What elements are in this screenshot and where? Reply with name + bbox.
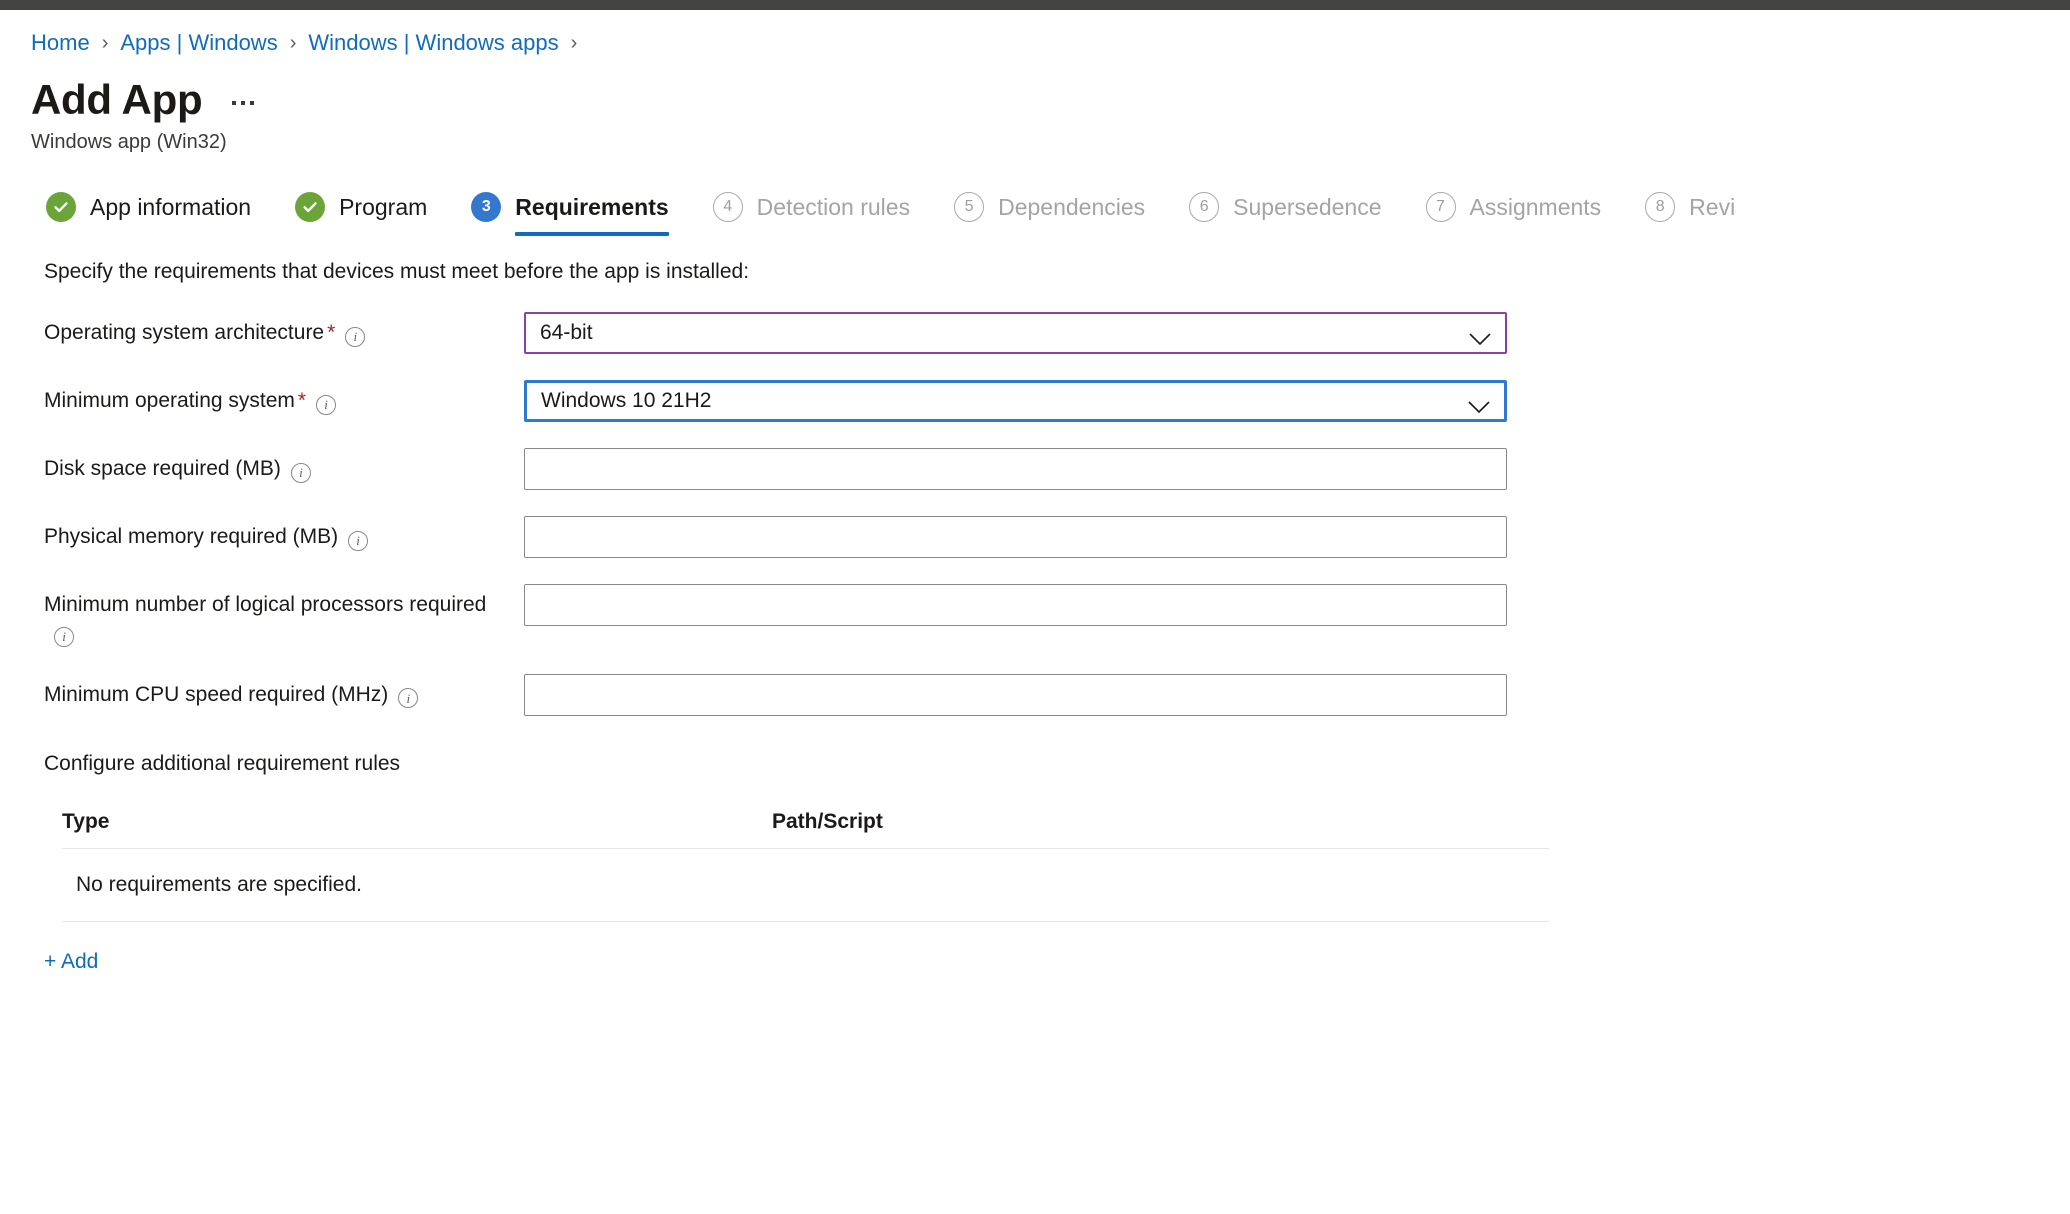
field-label: Operating system architecture * i (44, 312, 524, 347)
tab-supersedence[interactable]: 6 Supersedence (1189, 192, 1407, 236)
info-icon[interactable]: i (54, 626, 74, 647)
breadcrumb-separator-icon: › (289, 32, 297, 54)
field-control: Windows 10 21H2 (524, 380, 1507, 422)
label-text: Disk space required (MB) (44, 457, 281, 480)
breadcrumb-item-windows-apps[interactable]: Windows | Windows apps (308, 32, 558, 54)
tab-label: Requirements (515, 193, 669, 220)
requirements-form: Operating system architecture * i 64-bit M… (0, 312, 2070, 716)
physical-memory-input[interactable] (524, 516, 1507, 558)
logical-processors-input[interactable] (524, 584, 1507, 626)
requirement-rules-table: Type Path/Script No requirements are spe… (62, 810, 1549, 922)
more-menu-icon[interactable] (228, 95, 258, 111)
check-circle-icon (46, 192, 76, 222)
os-architecture-select[interactable]: 64-bit (524, 312, 1507, 354)
page-subtitle: Windows app (Win32) (31, 131, 227, 153)
required-asterisk: * (327, 321, 336, 344)
field-logical-processors: Minimum number of logical processors req… (44, 584, 2070, 648)
step-number-badge: 7 (1425, 192, 1456, 222)
field-label: Minimum operating system * i (44, 380, 524, 415)
ellipsis-dot (232, 101, 237, 105)
field-os-architecture: Operating system architecture * i 64-bit (44, 312, 2070, 354)
chevron-down-icon (1468, 395, 1490, 414)
tab-label: Supersedence (1233, 193, 1382, 220)
tab-label: Assignments (1469, 193, 1602, 220)
tab-label: App information (90, 193, 252, 220)
tab-requirements[interactable]: 3 Requirements (471, 192, 694, 236)
tab-detection-rules[interactable]: 4 Detection rules (712, 192, 936, 236)
instruction-text: Specify the requirements that devices mu… (44, 260, 750, 283)
info-icon[interactable]: i (345, 326, 366, 347)
field-disk-space: Disk space required (MB) i (44, 448, 2070, 490)
field-label: Physical memory required (MB) i (44, 516, 524, 551)
required-asterisk: * (297, 389, 307, 412)
select-value: 64-bit (540, 321, 593, 344)
step-number-badge: 4 (712, 192, 743, 222)
breadcrumb-separator-icon: › (570, 32, 578, 54)
tab-label: Program (339, 193, 428, 220)
info-icon[interactable]: i (398, 688, 419, 709)
cpu-speed-input[interactable] (524, 673, 1507, 716)
select-value: Windows 10 21H2 (541, 389, 712, 412)
info-icon[interactable]: i (290, 462, 311, 483)
page-title: Add App (31, 76, 203, 123)
breadcrumb-separator-icon: › (101, 32, 109, 54)
tab-review-create[interactable]: 8 Revi (1645, 192, 1761, 236)
step-number-badge: 5 (954, 192, 985, 222)
field-control (524, 673, 1507, 716)
label-text: Minimum CPU speed required (MHz) (44, 682, 389, 706)
additional-rules-title: Configure additional requirement rules (44, 751, 401, 775)
chevron-down-icon (1469, 327, 1491, 346)
field-control (524, 448, 1507, 490)
table-body: No requirements are specified. (62, 847, 1549, 922)
breadcrumb: Home › Apps | Windows › Windows | Window… (0, 10, 2070, 54)
column-header-path-script: Path/Script (772, 809, 883, 833)
field-control (524, 584, 1507, 626)
label-text: Minimum number of logical processors req… (44, 593, 487, 616)
tab-program[interactable]: Program (295, 192, 453, 236)
table-empty-state: No requirements are specified. (76, 872, 362, 896)
check-circle-icon (295, 192, 326, 222)
info-icon[interactable]: i (348, 530, 369, 551)
field-physical-memory: Physical memory required (MB) i (44, 516, 2070, 558)
tab-label: Revi (1689, 193, 1736, 220)
column-header-type: Type (62, 809, 110, 833)
field-label: Minimum number of logical processors req… (44, 584, 524, 648)
top-chrome-bar (0, 0, 2070, 10)
breadcrumb-item-apps-windows[interactable]: Apps | Windows (120, 32, 277, 54)
label-text: Physical memory required (MB) (44, 525, 339, 548)
tab-label: Detection rules (756, 193, 911, 220)
tab-app-information[interactable]: App information (46, 192, 277, 236)
minimum-operating-system-select[interactable]: Windows 10 21H2 (524, 380, 1507, 422)
ellipsis-dot (250, 101, 255, 105)
field-control: 64-bit (524, 312, 1507, 354)
add-requirement-rule-link[interactable]: + Add (44, 950, 98, 974)
disk-space-input[interactable] (524, 448, 1507, 490)
field-label: Disk space required (MB) i (44, 448, 524, 483)
table-header-row: Type Path/Script (62, 810, 1549, 848)
tab-assignments[interactable]: 7 Assignments (1425, 192, 1628, 236)
field-minimum-operating-system: Minimum operating system * i Windows 10 21… (44, 380, 2070, 422)
tab-label: Dependencies (998, 193, 1146, 220)
active-tab-underline (515, 232, 669, 236)
field-control (524, 516, 1507, 558)
step-number-badge: 3 (471, 192, 502, 222)
step-number-badge: 6 (1189, 192, 1220, 222)
wizard-steps: App information Program 3 Requirements 4… (0, 154, 2070, 236)
step-number-badge: 8 (1645, 192, 1676, 222)
page-header: Add App (0, 54, 2070, 121)
label-text: Operating system architecture (44, 321, 325, 344)
tab-dependencies[interactable]: 5 Dependencies (954, 192, 1171, 236)
info-icon[interactable]: i (316, 394, 337, 415)
ellipsis-dot (241, 101, 246, 105)
field-cpu-speed: Minimum CPU speed required (MHz) i (44, 673, 2070, 716)
field-label: Minimum CPU speed required (MHz) i (44, 674, 524, 709)
breadcrumb-item-home[interactable]: Home (31, 32, 90, 54)
label-text: Minimum operating system (44, 389, 295, 412)
